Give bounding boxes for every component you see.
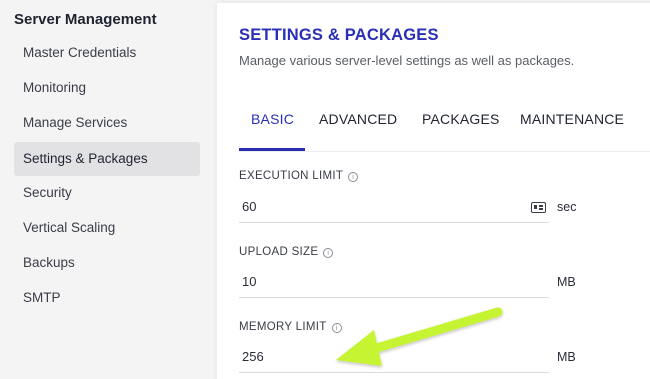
tab-packages[interactable]: PACKAGES	[422, 111, 500, 127]
sidebar-title: Server Management	[14, 11, 157, 28]
execution-limit-unit: sec	[557, 200, 577, 214]
info-icon[interactable]: i	[348, 172, 359, 182]
execution-limit-input[interactable]	[239, 191, 549, 223]
settings-panel: SETTINGS & PACKAGES Manage various serve…	[217, 3, 650, 379]
upload-size-unit: MB	[557, 275, 576, 289]
memory-limit-label: MEMORY LIMIT i	[239, 321, 342, 333]
tab-advanced[interactable]: ADVANCED	[319, 111, 397, 127]
sidebar-item-security[interactable]: Security	[14, 176, 200, 210]
sidebar-item-settings-packages[interactable]: Settings & Packages	[14, 142, 200, 176]
page-subtitle: Manage various server-level settings as …	[239, 53, 575, 68]
execution-limit-label: EXECUTION LIMIT i	[239, 170, 359, 182]
sidebar-item-backups[interactable]: Backups	[14, 246, 200, 280]
sidebar-item-vertical-scaling[interactable]: Vertical Scaling	[14, 211, 200, 245]
tab-maintenance[interactable]: MAINTENANCE	[520, 111, 624, 127]
memory-limit-unit: MB	[557, 350, 576, 364]
sidebar: Server Management Master Credentials Mon…	[0, 0, 214, 379]
tab-basic[interactable]: BASIC	[251, 111, 294, 127]
info-icon[interactable]: i	[331, 323, 342, 333]
id-card-icon[interactable]	[531, 202, 546, 213]
upload-size-label: UPLOAD SIZE i	[239, 246, 334, 258]
sidebar-item-master-credentials[interactable]: Master Credentials	[14, 36, 200, 70]
sidebar-item-monitoring[interactable]: Monitoring	[14, 71, 200, 105]
tab-bar: BASIC ADVANCED PACKAGES MAINTENANCE	[239, 111, 650, 151]
info-icon[interactable]: i	[323, 248, 334, 258]
page-title: SETTINGS & PACKAGES	[239, 26, 439, 44]
memory-limit-input[interactable]	[239, 341, 549, 373]
upload-size-input[interactable]	[239, 266, 549, 298]
sidebar-item-manage-services[interactable]: Manage Services	[14, 106, 200, 140]
tabs-divider	[239, 151, 650, 152]
sidebar-item-smtp[interactable]: SMTP	[14, 281, 200, 315]
